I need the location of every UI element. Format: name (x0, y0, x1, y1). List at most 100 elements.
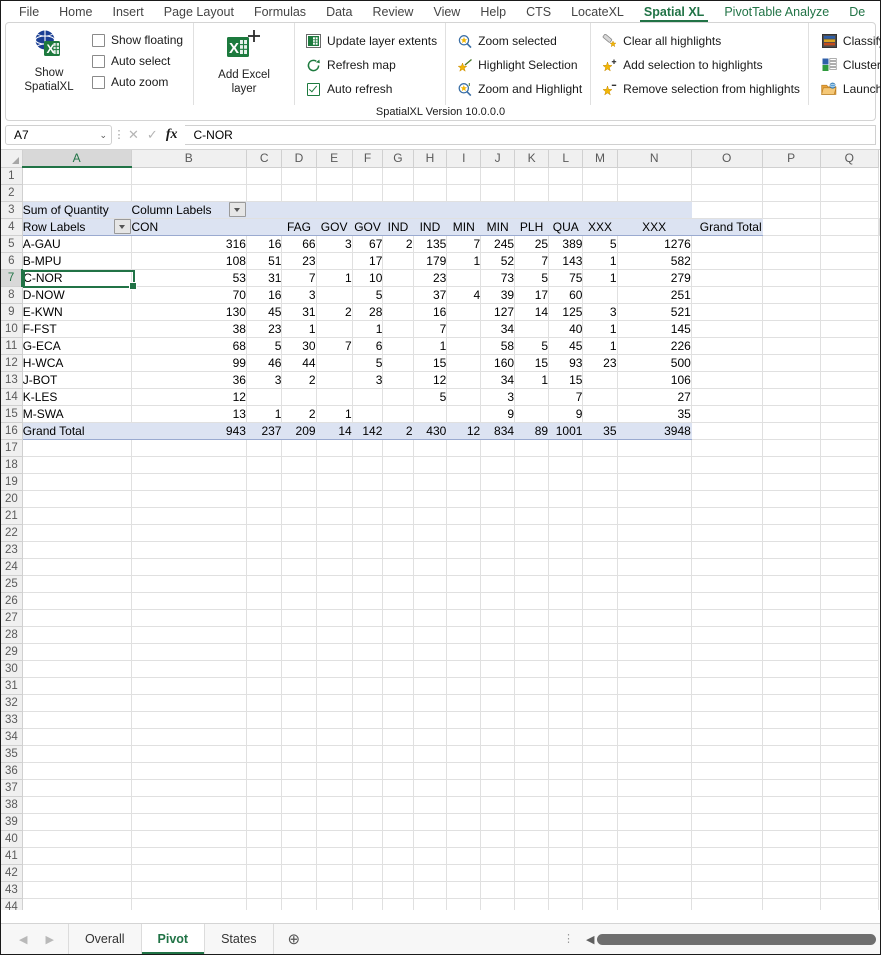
cell-i18[interactable] (447, 456, 481, 473)
cell-i31[interactable] (447, 677, 481, 694)
cell-j20[interactable] (481, 490, 515, 507)
cell-l43[interactable] (549, 881, 583, 898)
cell-g36[interactable] (383, 762, 413, 779)
cell-l23[interactable] (549, 541, 583, 558)
pivot-column-labels-cell[interactable]: Column Labels (131, 201, 246, 218)
pivot-value[interactable]: 135 (413, 235, 447, 252)
pivot-value[interactable]: 17 (515, 286, 549, 303)
cell-g32[interactable] (383, 694, 413, 711)
cell-d29[interactable] (282, 643, 316, 660)
pivot-value[interactable] (447, 320, 481, 337)
column-header-p[interactable]: P (762, 150, 820, 167)
cell-m44[interactable] (583, 898, 617, 910)
pivot-value[interactable] (316, 286, 352, 303)
cell-k17[interactable] (515, 439, 549, 456)
pivot-value[interactable]: 3 (583, 303, 617, 320)
cell-o34[interactable] (691, 728, 762, 745)
cell-f19[interactable] (352, 473, 383, 490)
pivot-col-header-xxx-1[interactable]: XXX (583, 218, 617, 235)
cell-g20[interactable] (383, 490, 413, 507)
pivot-value[interactable] (583, 405, 617, 422)
cell-e26[interactable] (316, 592, 352, 609)
cell-o40[interactable] (691, 830, 762, 847)
cell-n25[interactable] (617, 575, 691, 592)
cell-c23[interactable] (246, 541, 282, 558)
row-header-4[interactable]: 4 (1, 218, 22, 235)
pivot-head-i3[interactable] (447, 201, 481, 218)
row-header-5[interactable]: 5 (1, 235, 22, 252)
pivot-row-label[interactable]: K-LES (22, 388, 131, 405)
cell-i43[interactable] (447, 881, 481, 898)
cell-d28[interactable] (282, 626, 316, 643)
cell-m37[interactable] (583, 779, 617, 796)
cell-d36[interactable] (282, 762, 316, 779)
cell-j17[interactable] (481, 439, 515, 456)
cell-b35[interactable] (131, 745, 246, 762)
cell-n18[interactable] (617, 456, 691, 473)
pivot-value[interactable]: 1 (583, 337, 617, 354)
cell-l42[interactable] (549, 864, 583, 881)
cell-m28[interactable] (583, 626, 617, 643)
cell-o21[interactable] (691, 507, 762, 524)
auto-refresh-checkbox[interactable] (307, 83, 320, 96)
cell-g25[interactable] (383, 575, 413, 592)
row-header-14[interactable]: 14 (1, 388, 22, 405)
auto-zoom-checkbox-row[interactable]: Auto zoom (92, 75, 183, 89)
cell-e24[interactable] (316, 558, 352, 575)
cell-a33[interactable] (22, 711, 131, 728)
pivot-value[interactable]: 1 (352, 320, 383, 337)
cell-p35[interactable] (762, 745, 820, 762)
auto-refresh-checkbox-row[interactable]: Auto refresh (305, 80, 437, 98)
cell-g31[interactable] (383, 677, 413, 694)
cell-n28[interactable] (617, 626, 691, 643)
cell-d20[interactable] (282, 490, 316, 507)
cell-a30[interactable] (22, 660, 131, 677)
cell-q2[interactable] (820, 184, 878, 201)
cell-d44[interactable] (282, 898, 316, 910)
cell-f18[interactable] (352, 456, 383, 473)
sheet-nav-prev-icon[interactable]: ◀ (19, 933, 27, 946)
cell-q42[interactable] (820, 864, 878, 881)
pivot-value[interactable] (352, 405, 383, 422)
cell-a17[interactable] (22, 439, 131, 456)
auto-select-checkbox[interactable] (92, 55, 105, 68)
row-header-43[interactable]: 43 (1, 881, 22, 898)
cell-k21[interactable] (515, 507, 549, 524)
cell-k26[interactable] (515, 592, 549, 609)
row-header-42[interactable]: 42 (1, 864, 22, 881)
cell-i29[interactable] (447, 643, 481, 660)
cell-b38[interactable] (131, 796, 246, 813)
cell-p6[interactable] (762, 252, 820, 269)
cell-n41[interactable] (617, 847, 691, 864)
cell-j22[interactable] (481, 524, 515, 541)
pivot-grand-total-label[interactable]: Grand Total (22, 422, 131, 439)
cell-l18[interactable] (549, 456, 583, 473)
cell-p9[interactable] (762, 303, 820, 320)
cell-o11[interactable] (691, 337, 762, 354)
cell-n39[interactable] (617, 813, 691, 830)
row-header-19[interactable]: 19 (1, 473, 22, 490)
cell-g24[interactable] (383, 558, 413, 575)
row-header-33[interactable]: 33 (1, 711, 22, 728)
cell-o10[interactable] (691, 320, 762, 337)
cell-q12[interactable] (820, 354, 878, 371)
pivot-value[interactable] (583, 286, 617, 303)
cell-g30[interactable] (383, 660, 413, 677)
cell-j27[interactable] (481, 609, 515, 626)
pivot-value[interactable]: 108 (131, 252, 246, 269)
pivot-value[interactable]: 389 (549, 235, 583, 252)
pivot-value[interactable]: 3 (282, 286, 316, 303)
cell-m27[interactable] (583, 609, 617, 626)
cell-q28[interactable] (820, 626, 878, 643)
cell-o14[interactable] (691, 388, 762, 405)
name-box[interactable]: A7 ⌄ (5, 125, 112, 145)
cell-h22[interactable] (413, 524, 447, 541)
cell-c30[interactable] (246, 660, 282, 677)
cell-o42[interactable] (691, 864, 762, 881)
pivot-value[interactable]: 5 (352, 286, 383, 303)
cell-q39[interactable] (820, 813, 878, 830)
cell-m2[interactable] (583, 184, 617, 201)
cell-c43[interactable] (246, 881, 282, 898)
cell-e40[interactable] (316, 830, 352, 847)
cell-p18[interactable] (762, 456, 820, 473)
